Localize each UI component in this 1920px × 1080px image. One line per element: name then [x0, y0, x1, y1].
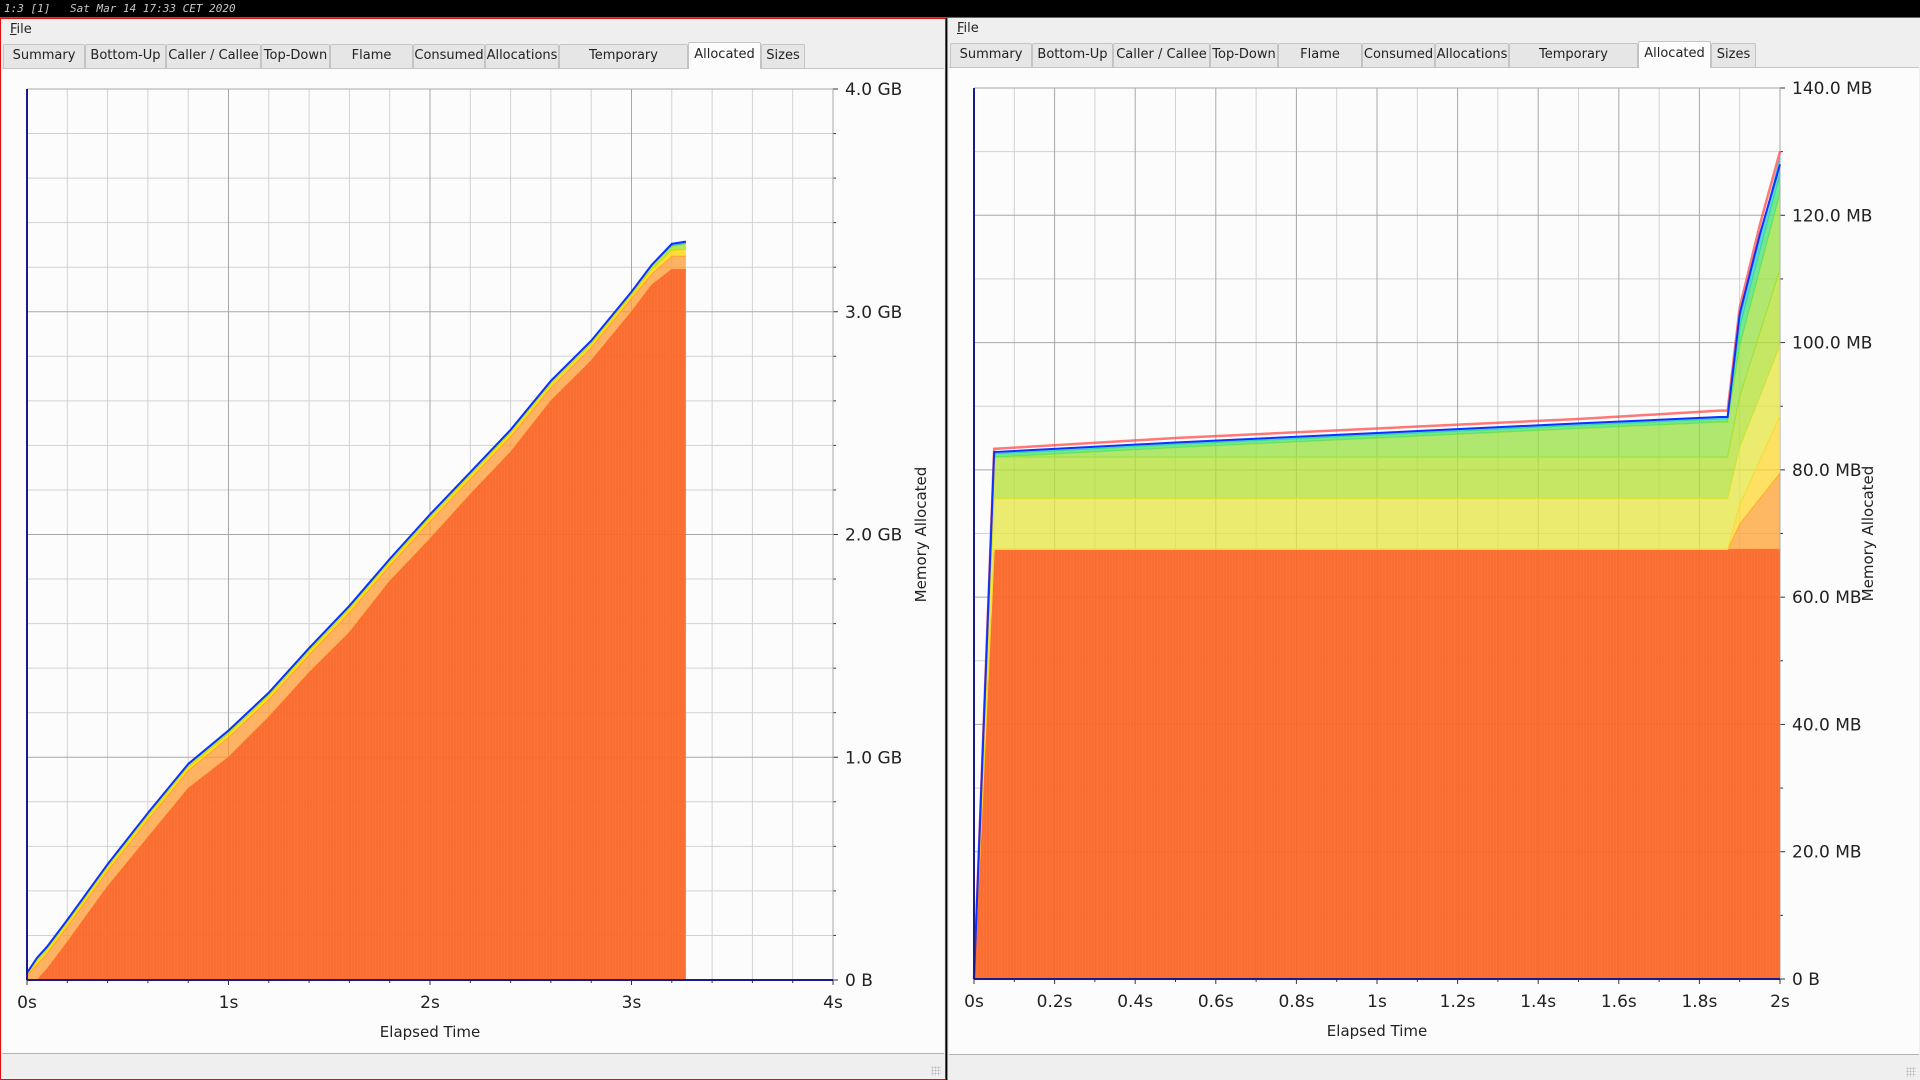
tab-bottom-up[interactable]: Bottom-Up [85, 44, 166, 68]
workspace-indicator: 1:3 [1] [4, 2, 51, 15]
x-tick-label: 1.4s [1520, 992, 1556, 1012]
allocated-chart-left: 0s 1s 2s 3s 4s0 B 1.0 GB 2.0 GB 3.0 GB 4.0 GB Ela… [17, 80, 930, 1041]
tab-summary[interactable]: Summary [3, 44, 85, 68]
x-tick-label: 2s [1770, 992, 1790, 1012]
heaptrack-window-right: File Summary Bottom-Up Caller / Callee Top-… [947, 18, 1920, 1080]
tab-bar: Summary Bottom-Up Caller / Callee Top-Down F… [3, 42, 945, 85]
clock: Sat Mar 14 17:33 CET 2020 [70, 2, 236, 15]
resize-grip[interactable] [1906, 1067, 1916, 1077]
y-tick-label: 120.0 MB [1792, 206, 1872, 226]
x-tick-label: 0s [17, 993, 37, 1013]
menu-file[interactable]: File [957, 18, 979, 40]
tab-allocations[interactable]: Allocations [485, 44, 559, 68]
y-axis-title: Memory Allocated [1859, 466, 1877, 602]
tab-sizes[interactable]: Sizes [1711, 43, 1756, 67]
y-tick-label: 20.0 MB [1792, 843, 1862, 863]
chart-pane: 0s 0.2s 0.4s 0.6s 0.8s 1s 1.2s 1.4s 1.6s 1.8s 2s 0 … [949, 67, 1919, 1055]
menubar: File [948, 18, 1920, 40]
x-tick-label: 3s [622, 993, 642, 1013]
x-tick-label: 1.8s [1681, 992, 1717, 1012]
menu-file[interactable]: File [10, 19, 32, 41]
x-tick-label: 2s [420, 993, 440, 1013]
tab-consumed[interactable]: Consumed [413, 44, 485, 68]
tab-sizes[interactable]: Sizes [761, 44, 805, 68]
tab-allocated[interactable]: Allocated [688, 42, 761, 69]
tab-allocations[interactable]: Allocations [1435, 43, 1509, 67]
y-tick-label: 2.0 GB [845, 526, 902, 546]
tab-temporary-allocations[interactable]: Temporary Allocations [559, 44, 688, 85]
tab-temporary-allocations[interactable]: Temporary Allocations [1509, 43, 1638, 84]
tab-flame-graph[interactable]: Flame Graph [1278, 43, 1362, 84]
resize-grip[interactable] [931, 1066, 941, 1076]
y-tick-label: 4.0 GB [845, 80, 902, 100]
x-tick-label: 1.2s [1440, 992, 1476, 1012]
tab-caller-callee[interactable]: Caller / Callee [166, 44, 261, 68]
tab-summary[interactable]: Summary [950, 43, 1032, 67]
system-status-bar: 1:3 [1] Sat Mar 14 17:33 CET 2020 [0, 0, 1920, 18]
x-tick-label: 4s [823, 993, 843, 1013]
x-tick-label: 1s [219, 993, 239, 1013]
x-tick-label: 0.2s [1037, 992, 1073, 1012]
y-tick-label: 1.0 GB [845, 748, 902, 768]
x-axis-title: Elapsed Time [1327, 1022, 1427, 1040]
x-tick-label: 0.6s [1198, 992, 1234, 1012]
x-axis-title: Elapsed Time [380, 1023, 480, 1041]
menubar: File [1, 19, 945, 41]
area-series-0 [974, 549, 1780, 979]
y-tick-label: 60.0 MB [1792, 588, 1862, 608]
x-tick-label: 0.4s [1117, 992, 1153, 1012]
x-tick-label: 1s [1367, 992, 1387, 1012]
chart-pane: 0s 1s 2s 3s 4s 0 B 1.0 GB 2.0 GB 3.0 GB 4.0 GB Ela… [2, 68, 944, 1054]
y-axis-title: Memory Allocated [912, 467, 930, 603]
bottom-bar [1, 1055, 945, 1079]
tab-bar: Summary Bottom-Up Caller / Callee Top-Down F… [950, 41, 1920, 84]
y-tick-label: 100.0 MB [1792, 334, 1872, 354]
tab-allocated[interactable]: Allocated [1638, 41, 1711, 68]
tab-top-down[interactable]: Top-Down [1210, 43, 1278, 67]
tab-top-down[interactable]: Top-Down [261, 44, 330, 68]
tab-consumed[interactable]: Consumed [1362, 43, 1435, 67]
y-tick-label: 0 B [845, 971, 873, 991]
y-tick-label: 140.0 MB [1792, 79, 1872, 99]
allocated-chart-right: 0s 0.2s 0.4s 0.6s 0.8s 1s 1.2s 1.4s 1.6s 1.8s 2s0 … [964, 79, 1877, 1040]
tab-flame-graph[interactable]: Flame Graph [330, 44, 413, 85]
bottom-bar [948, 1056, 1920, 1080]
heaptrack-window-left: File Summary Bottom-Up Caller / Callee Top-… [0, 18, 946, 1080]
x-tick-label: 1.6s [1601, 992, 1637, 1012]
tab-caller-callee[interactable]: Caller / Callee [1113, 43, 1210, 67]
tab-bottom-up[interactable]: Bottom-Up [1032, 43, 1113, 67]
y-tick-label: 3.0 GB [845, 303, 902, 323]
x-tick-label: 0.8s [1278, 992, 1314, 1012]
y-tick-label: 0 B [1792, 970, 1820, 990]
y-tick-label: 80.0 MB [1792, 461, 1862, 481]
y-tick-label: 40.0 MB [1792, 715, 1862, 735]
x-tick-label: 0s [964, 992, 984, 1012]
